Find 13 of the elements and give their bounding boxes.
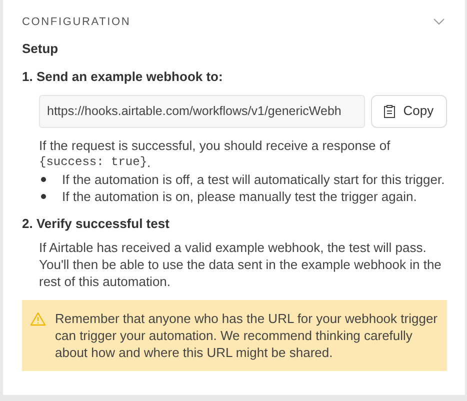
url-field[interactable]: https://hooks.airtable.com/workflows/v1/genericWebh (39, 94, 365, 128)
bullet-text: If the automation is on, please manually test the trigger again. (62, 188, 417, 204)
bullet-text: If the automation is off, a test will automatically start for this trigger. (62, 170, 445, 188)
period-text: . (147, 154, 151, 170)
step-title: 1. Send an example webhook to: (22, 68, 224, 86)
step-title: 2. Verify successful test (22, 214, 170, 233)
subtitle: Setup (22, 40, 60, 58)
section-title: CONFIGURATION (22, 15, 131, 30)
response-text: If the request is successful, you should receive a response of (39, 136, 392, 154)
response-code: {success: true} (39, 154, 148, 170)
copy-button[interactable]: Copy (370, 94, 447, 128)
warning-text: Remember that anyone who has the URL for your webhook trigger can trigger your automation. We recommend thinking carefully about how and where this URL might be shared. (55, 310, 438, 361)
step-description: If Airtable has received a valid example webhook, the test will pass. You'll then be able to use the data sent in the example webhook in the rest of this automation. (39, 239, 442, 290)
